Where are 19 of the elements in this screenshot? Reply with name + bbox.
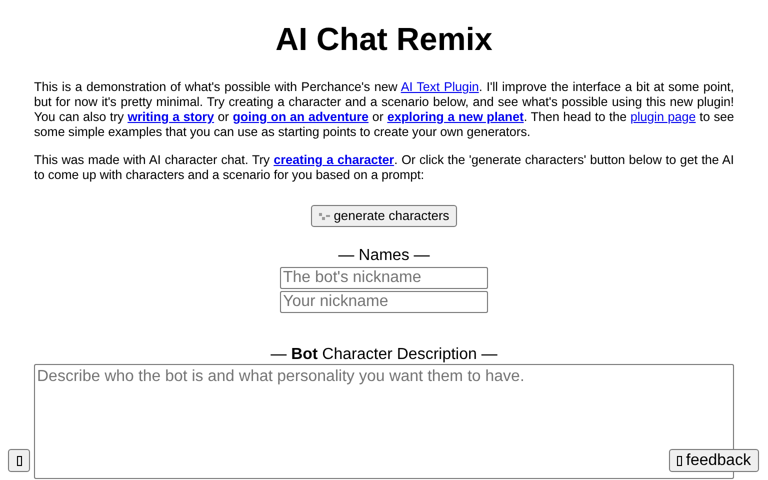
name-field[interactable]: The bot's nickname [280, 267, 488, 289]
description-label: — Bot Character Description — [270, 346, 498, 364]
names-label: — Names — [338, 247, 430, 265]
sparkle-icon [318, 212, 330, 220]
feedback-button[interactable]: feedback [669, 449, 759, 472]
intro-paragraph: This was made with AI character chat. Try creating a character. Or click the 'generate characters' button below to get the AI to come up with characters and a scenario for you based on a prompt: [34, 153, 734, 183]
text-link[interactable]: plugin page [630, 110, 696, 124]
missing-glyph-icon [16, 456, 22, 466]
missing-glyph-icon [677, 456, 682, 466]
text-link[interactable]: going on an adventure [232, 110, 369, 124]
page-title: AI Chat Remix [276, 20, 492, 58]
text-link[interactable]: AI Text Plugin [400, 80, 479, 94]
name-field[interactable]: Your nickname [280, 291, 488, 313]
menu-button[interactable] [8, 449, 30, 472]
generate-characters-button[interactable]: generate characters [310, 205, 458, 227]
intro-paragraph: This is a demonstration of what's possible with Perchance's new AI Text Plugin. I'll improve the interface a bit at some point, but for now it's pretty minimal. Try creating a character and a scenario below, and see what's possible using this new plugin! You can also try writing a story or going on an adventure or exploring a new planet. Then head to the plugin page to see some simple examples that you can use as starting points to create your own generators. [34, 80, 734, 140]
text-link[interactable]: creating a character [274, 153, 394, 167]
text-link[interactable]: exploring a new planet [387, 110, 524, 124]
text-link[interactable]: writing a story [128, 110, 214, 124]
